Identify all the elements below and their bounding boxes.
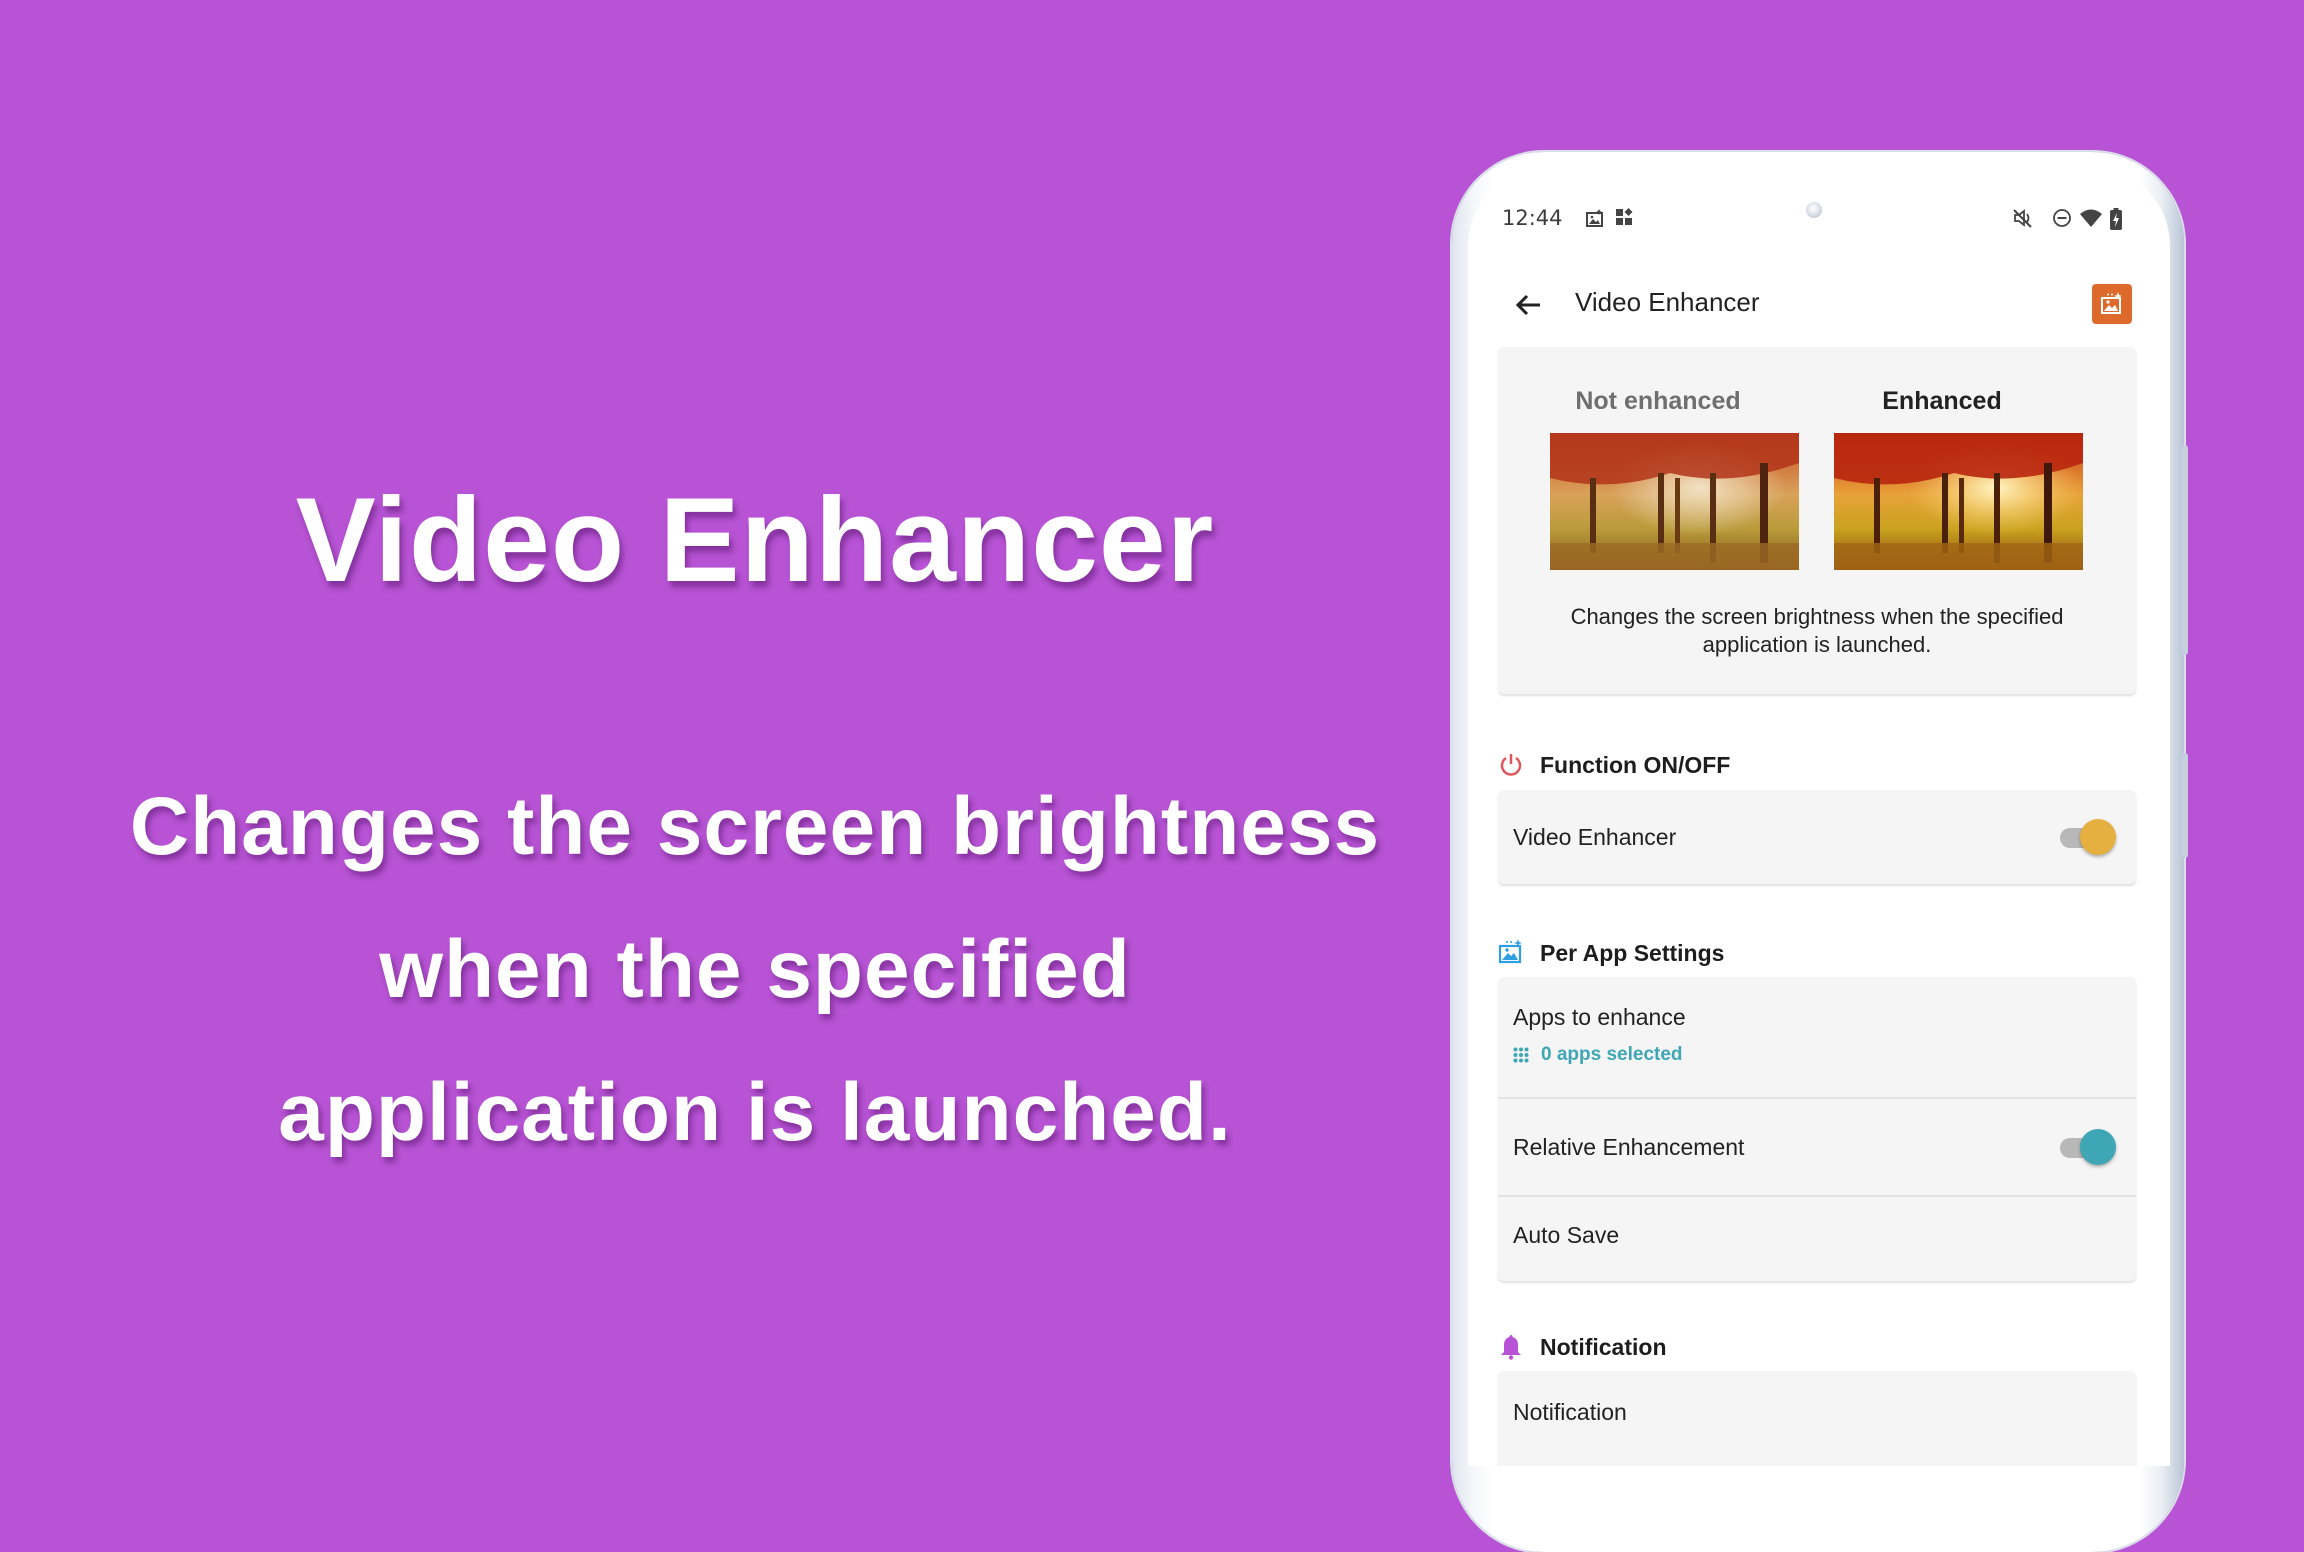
- widgets-icon: [1615, 208, 1633, 232]
- setting-row-video-enhancer[interactable]: Video Enhancer: [1498, 790, 2136, 884]
- do-not-disturb-icon: [2052, 208, 2072, 234]
- relative-enhancement-toggle[interactable]: [2060, 1127, 2116, 1167]
- battery-charging-icon: [2110, 208, 2122, 236]
- promo-subtitle-line: when the specified: [379, 924, 1131, 1015]
- setting-label: Video Enhancer: [1513, 824, 1677, 850]
- image-sparkle-icon: [2100, 292, 2124, 321]
- setting-row-apps-to-enhance[interactable]: Apps to enhance 0 apps selected: [1498, 977, 2136, 1097]
- status-time: 12:44: [1502, 206, 1563, 230]
- not-enhanced-image: [1550, 433, 1799, 570]
- promo-subtitle: Changes the screen brightness when the s…: [0, 755, 1510, 1184]
- setting-row-auto-save[interactable]: Auto Save: [1498, 1197, 2136, 1281]
- enhanced-label: Enhanced: [1882, 387, 2002, 415]
- wifi-icon: [2079, 208, 2103, 234]
- image-sparkle-icon: [1498, 939, 1524, 971]
- enhanced-image: [1834, 433, 2083, 570]
- app-bar: Video Enhancer: [1468, 278, 2170, 330]
- video-enhancer-toggle[interactable]: [2060, 817, 2116, 857]
- setting-row-relative-enhancement[interactable]: Relative Enhancement: [1498, 1099, 2136, 1195]
- feature-description: Changes the screen brightness when the s…: [1570, 604, 2064, 657]
- not-enhanced-label: Not enhanced: [1575, 387, 1741, 415]
- promo-subtitle-line: Changes the screen brightness: [129, 781, 1381, 872]
- setting-label: Apps to enhance: [1513, 1004, 1686, 1030]
- phone-power-button: [2182, 753, 2188, 858]
- promo-title: Video Enhancer: [295, 473, 1215, 607]
- power-icon: [1498, 752, 1524, 784]
- comparison-card: Not enhanced Enhanced Changes the screen…: [1498, 347, 2136, 694]
- per-app-card: Apps to enhance 0 apps selected Relative…: [1498, 977, 2136, 1281]
- gallery-sparkle-icon: [1585, 208, 1605, 234]
- image-enhance-button[interactable]: [2092, 284, 2132, 324]
- function-card: Video Enhancer: [1498, 790, 2136, 884]
- setting-row-notification[interactable]: Notification: [1498, 1371, 2136, 1461]
- toggle-knob: [2080, 1129, 2116, 1165]
- mute-vibrate-off-icon: [2012, 208, 2034, 234]
- notification-card: Notification: [1498, 1371, 2136, 1466]
- toggle-knob: [2080, 819, 2116, 855]
- apps-grid-icon: [1513, 1047, 1529, 1069]
- setting-label: Notification: [1513, 1399, 1627, 1425]
- phone-volume-button: [2182, 445, 2188, 655]
- arrow-back-icon[interactable]: [1512, 288, 1546, 322]
- setting-label: Auto Save: [1513, 1222, 1620, 1248]
- app-bar-title: Video Enhancer: [1575, 287, 1760, 317]
- bell-icon: [1500, 1334, 1522, 1366]
- setting-label: Relative Enhancement: [1513, 1134, 1745, 1160]
- status-bar: 12:44: [1502, 206, 2136, 236]
- phone-screen: 12:44 Video Enhancer Not enhanced Enhanc…: [1468, 166, 2170, 1466]
- promo-subtitle-line: application is launched.: [278, 1067, 1232, 1158]
